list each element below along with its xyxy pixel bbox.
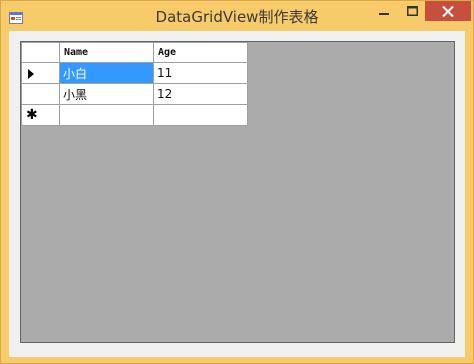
close-icon [442,5,454,17]
grid-table: Name Age 小白 11 小黑 12 ✱ [21,42,248,126]
cell-name[interactable]: 小黑 [59,83,154,105]
maximize-button[interactable] [398,1,427,21]
row-arrow-icon [28,69,34,79]
new-row-asterisk-icon: ✱ [26,107,38,123]
table-row-new: ✱ [21,104,248,126]
cell-name-selected[interactable]: 小白 [59,62,154,84]
table-row: 小黑 12 [21,83,248,105]
maximize-icon [407,6,418,16]
app-window: DataGridView制作表格 Name Age 小白 11 小黑 12 ✱ [0,0,474,364]
minimize-icon [378,13,389,15]
close-button[interactable] [425,1,471,21]
cell-name-new[interactable] [59,104,154,126]
row-header-new[interactable]: ✱ [21,104,60,126]
table-row: 小白 11 [21,62,248,84]
grid-corner-header[interactable] [21,42,60,63]
column-header-age[interactable]: Age [153,42,248,63]
title-bar[interactable]: DataGridView制作表格 [1,1,473,31]
column-header-name[interactable]: Name [59,42,154,63]
row-header-current[interactable] [21,62,60,84]
row-header[interactable] [21,83,60,105]
form-client-area: Name Age 小白 11 小黑 12 ✱ [9,31,465,357]
cell-age[interactable]: 12 [153,83,248,105]
data-grid-view[interactable]: Name Age 小白 11 小黑 12 ✱ [20,41,455,343]
cell-age[interactable]: 11 [153,62,248,84]
cell-age-new[interactable] [153,104,248,126]
minimize-button[interactable] [369,1,398,21]
